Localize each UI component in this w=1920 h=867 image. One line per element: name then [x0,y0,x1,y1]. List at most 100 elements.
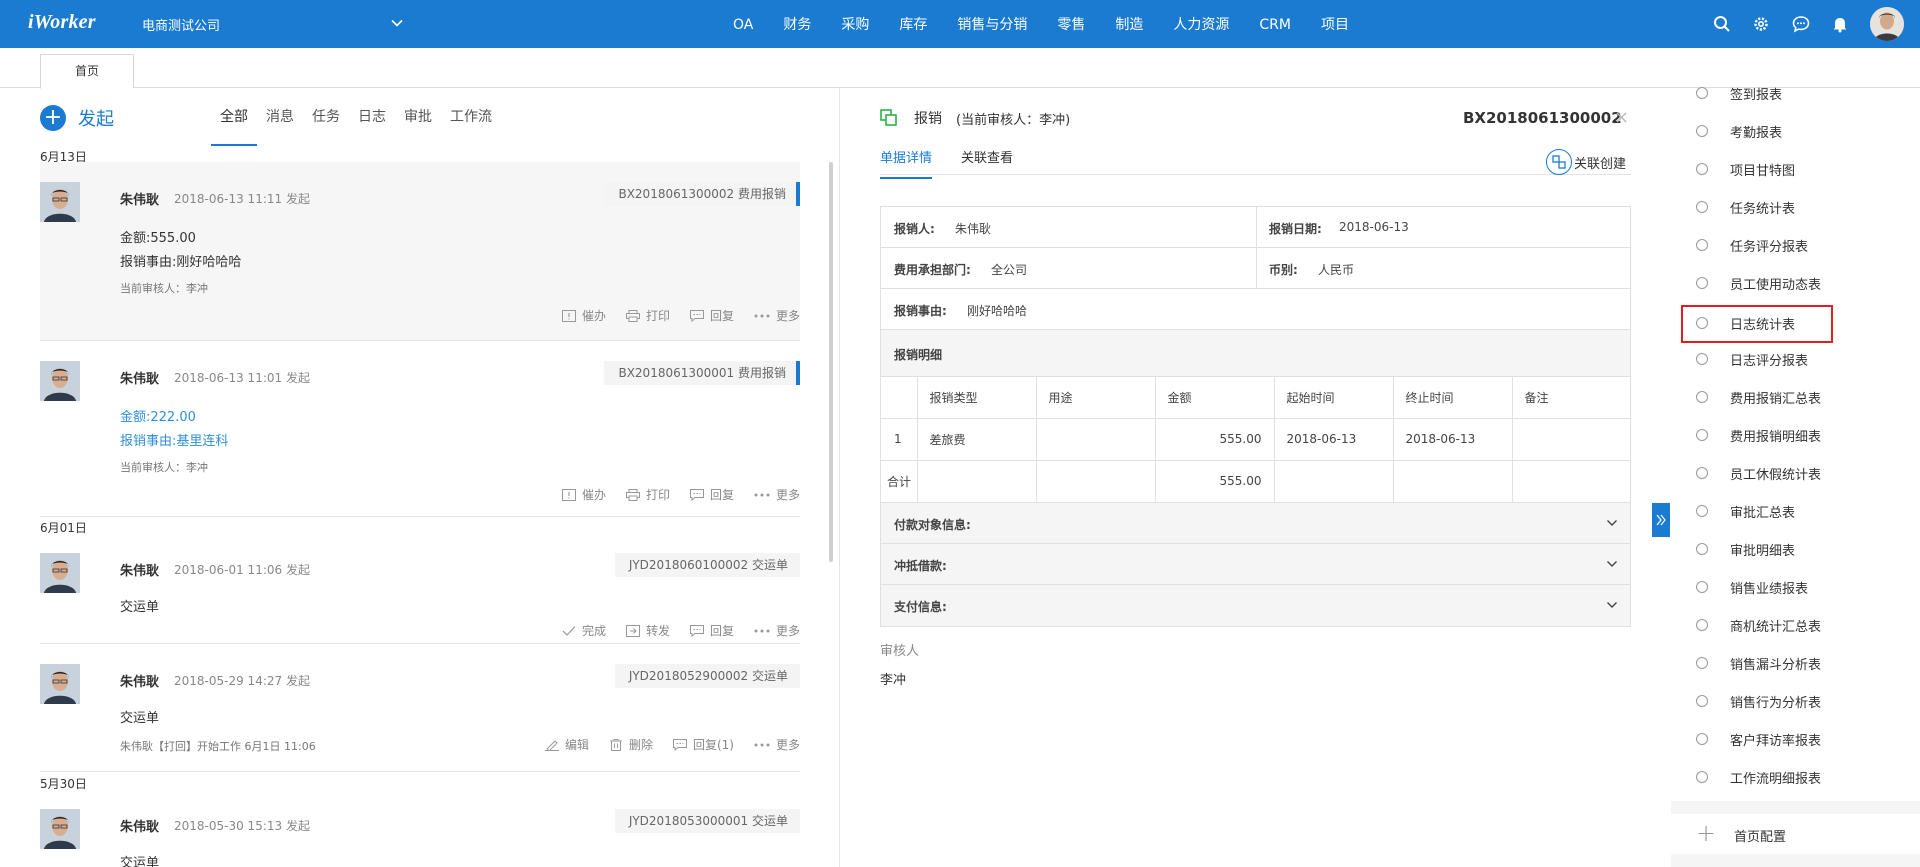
more-button[interactable]: 更多 [754,736,800,753]
gear-icon[interactable] [1752,15,1770,33]
radio-button[interactable] [1696,695,1708,707]
report-item[interactable]: 销售行为分析表 [1671,687,1920,717]
radio-button[interactable] [1696,429,1708,441]
document-code[interactable]: JYD2018052900002 交运单 [614,664,800,688]
report-item[interactable]: 销售漏斗分析表 [1671,649,1920,679]
nav-crm[interactable]: CRM [1244,0,1306,48]
radio-button[interactable] [1696,317,1708,329]
radio-button[interactable] [1696,353,1708,365]
document-code[interactable]: JYD2018060100002 交运单 [614,553,800,577]
report-item[interactable]: 任务评分报表 [1671,231,1920,261]
start-button[interactable]: + 发起 [40,105,114,131]
app-logo[interactable]: iWorker [28,11,96,34]
feed-card[interactable]: 朱伟耿 2018-06-13 11:11 发起 BX2018061300002 … [40,162,800,341]
edit-button[interactable]: 编辑 [544,736,589,753]
report-item[interactable]: 员工使用动态表 [1671,269,1920,299]
filter-approvals[interactable]: 审批 [395,106,441,146]
delete-button[interactable]: 删除 [609,736,653,753]
nav-project[interactable]: 项目 [1306,0,1364,48]
report-item[interactable]: 日志评分报表 [1671,345,1920,375]
radio-button[interactable] [1696,619,1708,631]
filter-tasks[interactable]: 任务 [303,106,349,146]
more-button[interactable]: 更多 [754,622,800,639]
home-config-button[interactable]: + 首页配置 [1671,814,1920,854]
print-button[interactable]: 打印 [625,307,670,324]
filter-all[interactable]: 全部 [211,106,257,146]
payment-info-section[interactable]: 支付信息: [881,584,1630,626]
expand-panel-button[interactable] [1652,503,1670,537]
report-item[interactable]: 审批明细表 [1671,535,1920,565]
reply-button[interactable]: 回复 [689,622,734,639]
nav-manufacturing[interactable]: 制造 [1100,0,1158,48]
feed-scrollbar[interactable] [829,162,833,562]
radio-button[interactable] [1696,239,1708,251]
urge-button[interactable]: 催办 [561,307,606,324]
report-item[interactable]: 费用报销汇总表 [1671,383,1920,413]
forward-button[interactable]: 转发 [625,622,670,639]
close-icon[interactable]: × [1614,107,1629,128]
tab-related-view[interactable]: 关联查看 [961,147,1013,166]
reply-button[interactable]: 回复 [689,486,734,503]
report-item[interactable]: 费用报销明细表 [1671,421,1920,451]
amount-line[interactable]: 金额:222.00 [120,406,196,425]
nav-sales[interactable]: 销售与分销 [942,0,1042,48]
feed-card[interactable]: 朱伟耿 2018-05-30 15:13 发起 JYD2018053000001… [40,789,800,867]
tab-home[interactable]: 首页 [40,54,134,89]
relate-create-button[interactable]: 关联创建 [1546,149,1626,175]
bell-icon[interactable] [1831,15,1849,33]
payee-info-section[interactable]: 付款对象信息: [881,502,1630,544]
user-avatar[interactable] [1870,7,1904,41]
radio-button[interactable] [1696,125,1708,137]
feed-card[interactable]: 朱伟耿 2018-05-29 14:27 发起 JYD2018052900002… [40,644,800,772]
feed-card[interactable]: 朱伟耿 2018-06-01 11:06 发起 JYD2018060100002… [40,533,800,644]
report-item[interactable]: 商机统计汇总表 [1671,611,1920,641]
radio-button[interactable] [1696,543,1708,555]
complete-button[interactable]: 完成 [562,622,606,639]
radio-button[interactable] [1696,277,1708,289]
report-item[interactable]: 工作流明细报表 [1671,763,1920,793]
print-button[interactable]: 打印 [625,486,670,503]
report-item[interactable]: 审批汇总表 [1671,497,1920,527]
more-button[interactable]: 更多 [754,307,800,324]
more-button[interactable]: 更多 [754,486,800,503]
radio-button[interactable] [1696,163,1708,175]
nav-oa[interactable]: OA [718,0,768,48]
radio-button[interactable] [1696,581,1708,593]
reply-button[interactable]: 回复 [689,307,734,324]
search-icon[interactable] [1713,15,1731,33]
report-item[interactable]: 项目甘特图 [1671,155,1920,185]
nav-hr[interactable]: 人力资源 [1158,0,1244,48]
radio-button[interactable] [1696,505,1708,517]
offset-loan-section[interactable]: 冲抵借款: [881,543,1630,585]
reply-button[interactable]: 回复(1) [672,736,734,753]
chevron-down-icon[interactable] [391,17,403,29]
report-item[interactable]: 任务统计表 [1671,193,1920,223]
company-selector[interactable]: 电商测试公司 [142,15,220,34]
feed-card[interactable]: 朱伟耿 2018-06-13 11:01 发起 BX2018061300001 … [40,341,800,517]
filter-logs[interactable]: 日志 [349,106,395,146]
nav-finance[interactable]: 财务 [768,0,826,48]
nav-inventory[interactable]: 库存 [884,0,942,48]
report-item[interactable]: 客户拜访率报表 [1671,725,1920,755]
radio-button[interactable] [1696,657,1708,669]
nav-purchase[interactable]: 采购 [826,0,884,48]
report-item[interactable]: 销售业绩报表 [1671,573,1920,603]
filter-workflow[interactable]: 工作流 [441,106,501,146]
radio-button[interactable] [1696,771,1708,783]
report-item[interactable]: 签到报表 [1671,79,1920,109]
report-item[interactable]: 考勤报表 [1671,117,1920,147]
filter-messages[interactable]: 消息 [257,106,303,146]
radio-button[interactable] [1696,467,1708,479]
report-item-selected[interactable]: 日志统计表 [1681,305,1833,343]
radio-button[interactable] [1696,733,1708,745]
urge-button[interactable]: 催办 [561,486,606,503]
reason-line[interactable]: 报销事由:基里连科 [120,430,228,449]
tab-document-details[interactable]: 单据详情 [880,147,933,179]
document-code[interactable]: BX2018061300002 费用报销 [604,182,800,206]
radio-button[interactable] [1696,201,1708,213]
document-code[interactable]: JYD2018053000001 交运单 [614,809,800,833]
report-item[interactable]: 员工休假统计表 [1671,459,1920,489]
radio-button[interactable] [1696,391,1708,403]
nav-retail[interactable]: 零售 [1042,0,1100,48]
document-code[interactable]: BX2018061300001 费用报销 [604,361,800,385]
